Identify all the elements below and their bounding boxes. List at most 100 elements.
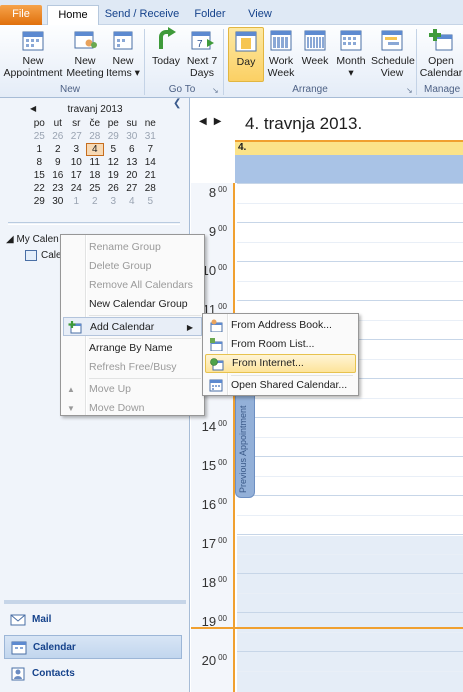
- menu-open-shared-calendar[interactable]: Open Shared Calendar...: [205, 376, 356, 395]
- work-week-button[interactable]: Work Week: [265, 27, 297, 79]
- menu-rename-group[interactable]: Rename Group: [63, 238, 202, 257]
- nav-contacts-label: Contacts: [32, 668, 75, 679]
- menu-from-address-book[interactable]: From Address Book...: [205, 316, 356, 335]
- date-cell[interactable]: 20: [123, 169, 142, 182]
- previous-month-icon[interactable]: ◀: [30, 104, 36, 113]
- date-cell[interactable]: 14: [141, 156, 160, 169]
- calendar-small-icon: [25, 250, 37, 261]
- tab-send-receive[interactable]: Send / Receive: [104, 5, 180, 25]
- menu-move-down[interactable]: ▼ Move Down: [63, 399, 202, 418]
- tab-file[interactable]: File: [0, 5, 42, 25]
- date-cell[interactable]: 26: [49, 130, 68, 143]
- date-cell[interactable]: 5: [104, 143, 123, 156]
- date-cell[interactable]: 22: [30, 182, 49, 195]
- date-cell[interactable]: 5: [141, 195, 160, 208]
- menu-add-calendar[interactable]: Add Calendar ▶: [63, 317, 202, 336]
- date-cell[interactable]: 25: [86, 182, 105, 195]
- date-cell[interactable]: 8: [30, 156, 49, 169]
- date-cell[interactable]: 25: [30, 130, 49, 143]
- date-cell[interactable]: 29: [104, 130, 123, 143]
- tab-home[interactable]: Home: [47, 5, 99, 26]
- month-button[interactable]: Month ▾: [333, 27, 369, 79]
- date-cell[interactable]: 30: [49, 195, 68, 208]
- menu-remove-all-calendars[interactable]: Remove All Calendars: [63, 276, 202, 295]
- date-cell[interactable]: 7: [141, 143, 160, 156]
- calendar-icon: [11, 641, 27, 655]
- schedule-view-button[interactable]: Schedule View: [371, 27, 415, 79]
- hour-number: 8: [208, 185, 217, 200]
- hour-label: 20 00: [202, 653, 227, 668]
- date-cell[interactable]: 28: [86, 130, 105, 143]
- date-cell[interactable]: 16: [49, 169, 68, 182]
- menu-arrange-by-name[interactable]: Arrange By Name: [63, 339, 202, 358]
- date-cell[interactable]: 17: [67, 169, 86, 182]
- date-cell[interactable]: 23: [49, 182, 68, 195]
- today-button[interactable]: Today: [148, 27, 184, 67]
- date-cell[interactable]: 1: [67, 195, 86, 208]
- nav-contacts[interactable]: Contacts: [4, 662, 182, 686]
- collapse-pane-icon[interactable]: ❮: [173, 98, 181, 109]
- date-cell[interactable]: 27: [123, 182, 142, 195]
- new-appointment-button[interactable]: New Appointment: [2, 27, 64, 79]
- hour-label: 17 00: [202, 536, 227, 551]
- date-cell[interactable]: 19: [104, 169, 123, 182]
- weekday-header: sr: [72, 118, 81, 129]
- date-cell[interactable]: 24: [67, 182, 86, 195]
- menu-refresh-free-busy[interactable]: Refresh Free/Busy: [63, 358, 202, 377]
- date-cell[interactable]: 3: [67, 143, 86, 156]
- date-cell[interactable]: 26: [104, 182, 123, 195]
- goto-dialog-launcher-icon[interactable]: ↘: [212, 86, 219, 95]
- date-cell[interactable]: 9: [49, 156, 68, 169]
- half-hour-line: [237, 476, 463, 477]
- new-items-button[interactable]: New Items ▾: [106, 27, 140, 79]
- date-cell[interactable]: 29: [30, 195, 49, 208]
- menu-from-internet[interactable]: From Internet...: [205, 354, 356, 373]
- date-cell[interactable]: 2: [86, 195, 105, 208]
- menu-from-room-list[interactable]: From Room List...: [205, 335, 356, 354]
- date-cell[interactable]: 31: [141, 130, 160, 143]
- hour-minutes: 00: [218, 653, 227, 662]
- after-hours-area[interactable]: [237, 536, 463, 692]
- all-day-area[interactable]: [235, 155, 463, 183]
- menu-move-up[interactable]: ▲ Move Up: [63, 380, 202, 399]
- month-title: travanj 2013: [67, 104, 123, 115]
- date-cell[interactable]: 18: [86, 169, 105, 182]
- open-calendar-button[interactable]: Open Calendar: [419, 27, 463, 79]
- tab-folder[interactable]: Folder: [186, 5, 234, 25]
- day-column-header[interactable]: 4.: [235, 140, 463, 155]
- my-calendars-group[interactable]: ◢ My Calen: [6, 234, 59, 245]
- menu-delete-group[interactable]: Delete Group: [63, 257, 202, 276]
- date-cell[interactable]: 4: [85, 143, 104, 156]
- date-cell[interactable]: 4: [123, 195, 142, 208]
- tab-view[interactable]: View: [240, 5, 280, 25]
- add-calendar-submenu: From Address Book... From Room List... F…: [202, 313, 359, 396]
- date-cell[interactable]: 13: [123, 156, 142, 169]
- date-cell[interactable]: 6: [123, 143, 142, 156]
- date-cell[interactable]: 15: [30, 169, 49, 182]
- date-cell[interactable]: 21: [141, 169, 160, 182]
- date-cell[interactable]: 11: [86, 156, 105, 169]
- calendar-tree-item[interactable]: Cale: [25, 250, 62, 261]
- day-nav-arrows[interactable]: ◀▶: [199, 116, 228, 127]
- nav-splitter[interactable]: [4, 600, 186, 604]
- menu-new-calendar-group[interactable]: New Calendar Group: [63, 295, 202, 314]
- date-cell[interactable]: 28: [141, 182, 160, 195]
- next-7-days-button[interactable]: 7 Next 7 Days: [185, 27, 219, 79]
- new-meeting-button[interactable]: New Meeting: [65, 27, 105, 79]
- date-cell[interactable]: 10: [67, 156, 86, 169]
- arrange-dialog-launcher-icon[interactable]: ↘: [406, 86, 413, 95]
- hour-label: 8 00: [209, 185, 227, 200]
- nav-mail[interactable]: Mail: [4, 608, 182, 632]
- date-cell[interactable]: 30: [123, 130, 142, 143]
- nav-calendar[interactable]: Calendar: [4, 635, 182, 659]
- hour-label: 14 00: [202, 419, 227, 434]
- week-button[interactable]: Week: [299, 27, 331, 67]
- previous-appointment-tab[interactable]: Previous Appointment: [235, 386, 255, 498]
- date-cell[interactable]: 1: [30, 143, 49, 156]
- date-cell[interactable]: 3: [104, 195, 123, 208]
- date-cell[interactable]: 12: [104, 156, 123, 169]
- schedule-view-label-2: View: [380, 67, 404, 79]
- date-cell[interactable]: 2: [49, 143, 68, 156]
- day-view-button[interactable]: Day: [228, 27, 264, 82]
- date-cell[interactable]: 27: [67, 130, 86, 143]
